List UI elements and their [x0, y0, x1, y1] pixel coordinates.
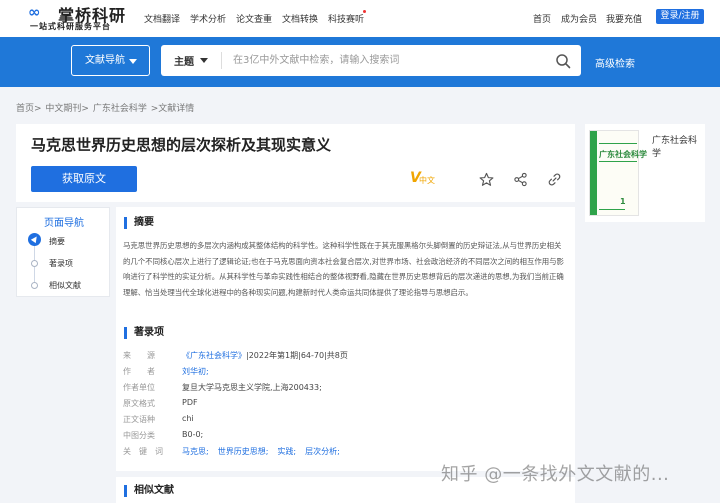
location-arrow-icon: [28, 233, 41, 246]
divider: [221, 52, 222, 69]
chevron-down-icon: [129, 59, 137, 64]
record-heading: 著录项: [124, 327, 164, 339]
search-input[interactable]: [233, 50, 543, 71]
record-label: 中图分类: [123, 431, 155, 440]
cover-rule: [599, 161, 637, 162]
author-link[interactable]: 刘华初;: [182, 366, 209, 377]
keyword-list: 马克思; 世界历史思想; 实践; 层次分析;: [182, 446, 349, 457]
literature-nav-dropdown[interactable]: 文献导航: [71, 45, 150, 76]
classification-value: B0-0;: [182, 430, 204, 439]
affiliation-value: 复旦大学马克思主义学院,上海200433;: [182, 383, 322, 392]
chevron-down-icon: [200, 58, 208, 63]
language-value: chi: [182, 414, 194, 423]
page-nav-item-record[interactable]: 著录项: [49, 258, 73, 269]
nav-tech-news[interactable]: 科技赛听: [328, 12, 364, 25]
watermark: 知乎 @一条找外文文献的...: [441, 464, 670, 485]
cover-title: 广东社会科学: [599, 150, 647, 159]
record-label: 关 键 词: [123, 447, 163, 456]
share-icon[interactable]: [513, 172, 528, 187]
abstract-text: 马克思世界历史思想的多层次内涵构成其整体结构的科学性。这种科学性既在于其克服黑格…: [123, 241, 564, 297]
star-icon[interactable]: [479, 172, 494, 187]
page-nav-dot: [31, 260, 38, 267]
similar-heading: 相似文献: [124, 485, 174, 497]
record-label: 来 源: [123, 351, 155, 360]
breadcrumb-current: >文献详情: [150, 104, 195, 114]
page-nav-item-abstract[interactable]: 摘要: [49, 236, 65, 247]
record-label: 作者单位: [123, 383, 155, 392]
record-label: 作 者: [123, 367, 155, 376]
format-value: PDF: [182, 398, 198, 407]
record-value: 《广东社会科学》|2022年第1期|64-70|共8页: [182, 350, 348, 361]
breadcrumb: 首页> 中文期刊> 广东社会科学 >文献详情: [16, 101, 195, 114]
advanced-search-link[interactable]: 高级检索: [595, 55, 635, 70]
journal-cover-image[interactable]: 广东社会科学 1: [589, 130, 647, 216]
keyword-link[interactable]: 实践;: [277, 447, 296, 456]
page-nav-dot: [31, 282, 38, 289]
nav-academic-analysis[interactable]: 学术分析: [190, 12, 226, 25]
breadcrumb-home[interactable]: 首页>: [16, 104, 42, 114]
record-label: 正文语种: [123, 415, 155, 424]
language-badge-label: 中文: [419, 176, 435, 185]
cover-rule: [599, 209, 625, 210]
top-nav: ∞ 掌桥科研 一站式科研服务平台 文档翻译 学术分析 论文查重 文档转换 科技赛…: [0, 0, 720, 37]
cover-issue-number: 1: [620, 197, 626, 206]
nav-doc-convert[interactable]: 文档转换: [282, 12, 318, 25]
search-type-select[interactable]: 主题: [174, 53, 194, 68]
language-badge: V 中文: [410, 170, 436, 186]
link-icon[interactable]: [547, 172, 562, 187]
breadcrumb-journal[interactable]: 广东社会科学: [93, 104, 147, 114]
journal-cover-card: 广东社会科学 1 广东社会科学: [585, 124, 705, 222]
source-issue-info: |2022年第1期|64-70|共8页: [246, 351, 348, 360]
cover-rule: [599, 143, 637, 144]
record-label: 原文格式: [123, 399, 155, 408]
source-journal-link[interactable]: 《广东社会科学》: [182, 351, 246, 360]
nav-plagiarism-check[interactable]: 论文查重: [236, 12, 272, 25]
cover-stripe: [590, 131, 597, 215]
login-button[interactable]: 登录/注册: [656, 9, 704, 24]
page-navigation: 页面导航 摘要 著录项 相似文献: [16, 207, 110, 297]
logo-icon: ∞: [28, 3, 40, 21]
article-body: 摘要 马克思世界历史思想的多层次内涵构成其整体结构的科学性。这种科学性既在于其克…: [116, 207, 575, 503]
new-dot-icon: [363, 10, 366, 13]
nav-doc-translate[interactable]: 文档翻译: [144, 12, 180, 25]
keyword-link[interactable]: 马克思;: [182, 447, 209, 456]
search-box: 主题: [161, 45, 581, 76]
article-header-card: 马克思世界历史思想的层次探析及其现实意义 获取原文 V 中文: [16, 124, 575, 202]
nav-recharge[interactable]: 我要充值: [606, 12, 642, 25]
get-fulltext-button[interactable]: 获取原文: [31, 166, 137, 192]
page-title: 马克思世界历史思想的层次探析及其现实意义: [31, 136, 332, 154]
keyword-link[interactable]: 层次分析;: [305, 447, 340, 456]
abstract-heading: 摘要: [124, 217, 154, 229]
logo-slogan: 一站式科研服务平台: [30, 22, 111, 31]
breadcrumb-chinese-journals[interactable]: 中文期刊>: [45, 104, 89, 114]
nav-membership[interactable]: 成为会员: [561, 12, 597, 25]
page-nav-title: 页面导航: [44, 218, 84, 229]
journal-name-link[interactable]: 广东社会科学: [652, 133, 705, 159]
literature-nav-label: 文献导航: [85, 55, 125, 66]
page-nav-item-similar[interactable]: 相似文献: [49, 280, 81, 291]
search-banner: 文献导航 主题 高级检索: [0, 37, 720, 87]
keyword-link[interactable]: 世界历史思想;: [218, 447, 269, 456]
logo[interactable]: ∞ 掌桥科研 一站式科研服务平台: [28, 2, 138, 34]
search-icon[interactable]: [555, 53, 571, 69]
nav-home[interactable]: 首页: [533, 12, 551, 25]
